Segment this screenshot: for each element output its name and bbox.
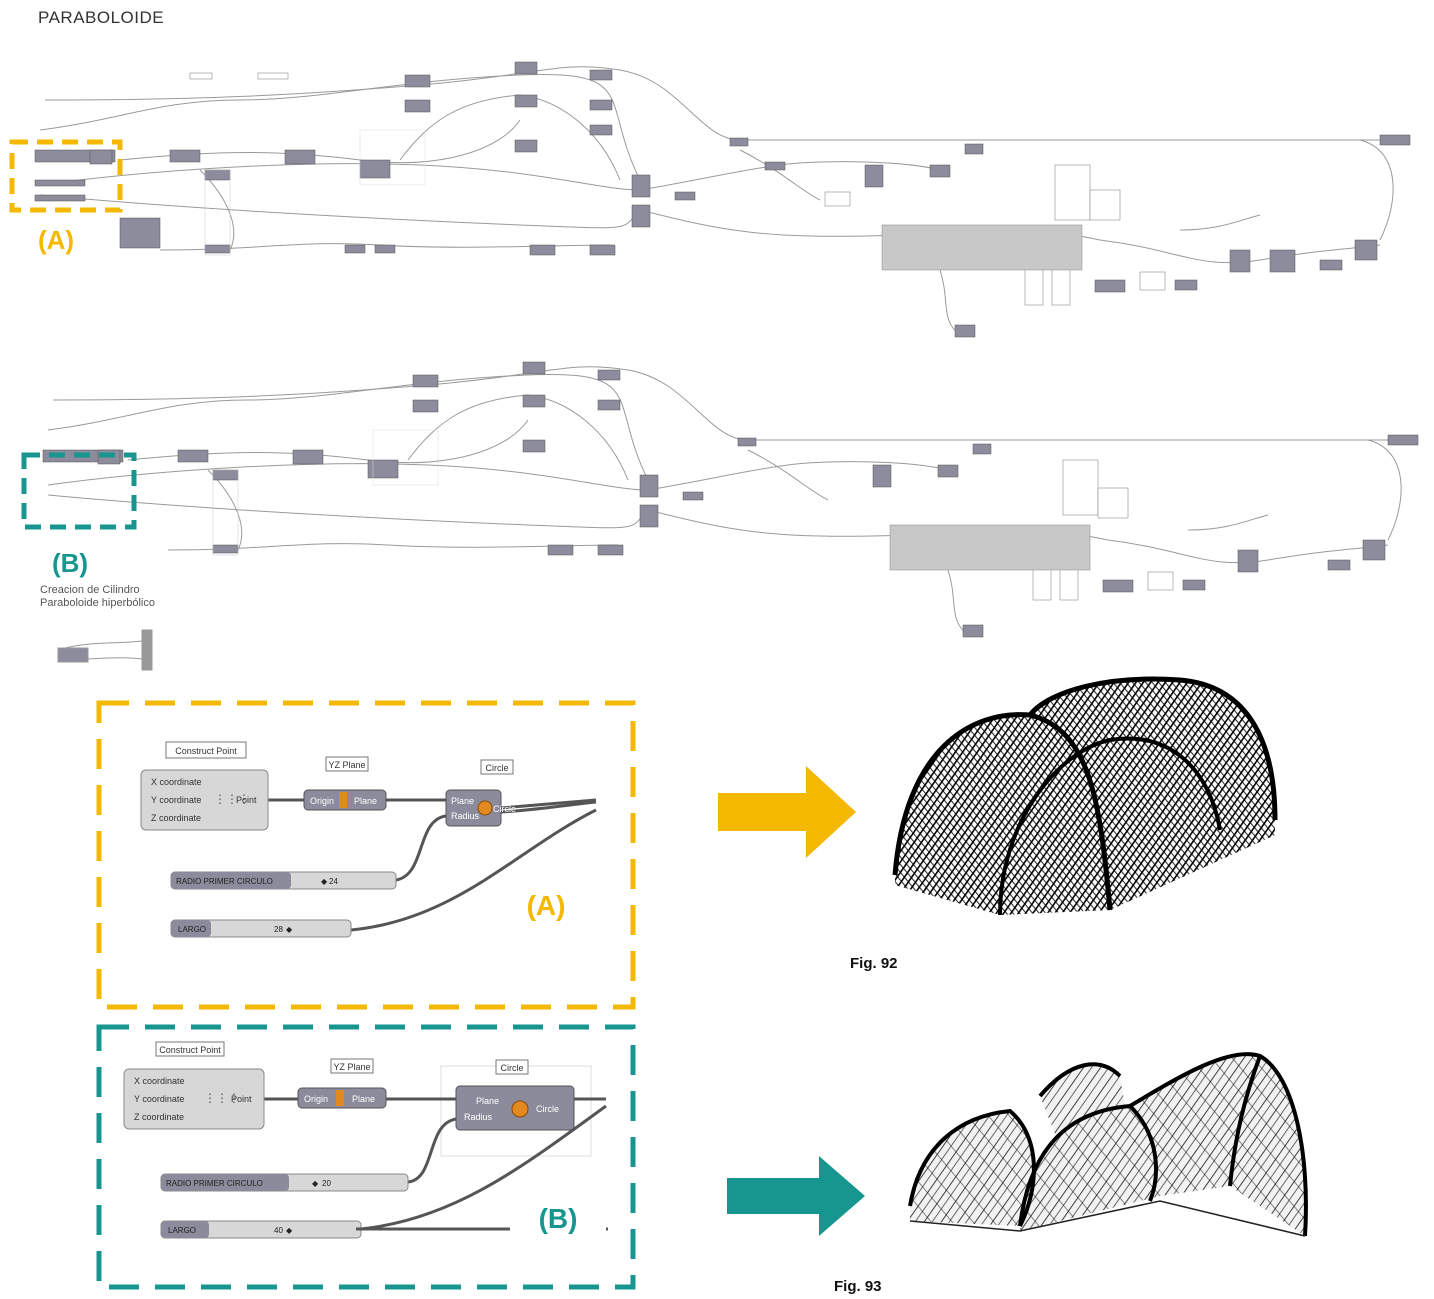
paraboloid-render-fig93 — [908, 1052, 1308, 1237]
point-output[interactable]: Point — [231, 1094, 252, 1104]
yz-plane-icon — [336, 1090, 344, 1106]
note-line-2: Paraboloide hiperbólico — [40, 597, 155, 609]
slider1-knob-icon: ◆ — [312, 1179, 319, 1188]
plane-output[interactable]: Plane — [354, 796, 377, 806]
slider2-value[interactable]: 28 — [274, 925, 283, 934]
circle-icon — [511, 1100, 529, 1118]
slider2-name: LARGO — [178, 925, 206, 934]
slider1-value[interactable]: 20 — [322, 1179, 331, 1188]
arrow-right-a-icon — [718, 766, 856, 858]
construct-point-title: Construct Point — [159, 1045, 221, 1055]
circle-title: Circle — [500, 1063, 523, 1073]
plane-output[interactable]: Plane — [352, 1094, 375, 1104]
construct-point-title: Construct Point — [175, 746, 237, 756]
figure-caption-92: Fig. 92 — [850, 955, 898, 972]
callout-label-b: (B) — [52, 548, 89, 578]
figure-caption-93: Fig. 93 — [834, 1278, 882, 1295]
circle-radius-input[interactable]: Radius — [451, 811, 480, 821]
detail-panel-b: Construct Point X coordinate Y coordinat… — [96, 1024, 636, 1292]
circle-output[interactable]: Circle — [536, 1104, 559, 1114]
inner-label-b: (B) — [510, 1186, 606, 1252]
circle-plane-input[interactable]: Plane — [451, 796, 474, 806]
paraboloid-render-fig92 — [892, 676, 1278, 916]
circle-icon — [477, 800, 493, 816]
definition-1 — [34, 61, 1411, 338]
slider1-value[interactable]: 24 — [329, 877, 338, 886]
yz-plane-title: YZ Plane — [333, 1062, 370, 1072]
yz-plane-icon — [339, 792, 347, 808]
point-output[interactable]: Point — [236, 795, 257, 805]
note-thumbnail — [57, 629, 153, 671]
z-coordinate-input[interactable]: Z coordinate — [134, 1112, 184, 1122]
grasshopper-overview-canvas — [9, 61, 1419, 671]
x-coordinate-input[interactable]: X coordinate — [134, 1076, 185, 1086]
origin-input[interactable]: Origin — [304, 1094, 328, 1104]
z-coordinate-input[interactable]: Z coordinate — [151, 813, 201, 823]
detail-a-canvas: Construct Point X coordinate Y coordinat… — [96, 700, 636, 1010]
callout-box-b — [21, 452, 137, 530]
definition-2 — [42, 361, 1419, 638]
y-coordinate-input[interactable]: Y coordinate — [134, 1094, 184, 1104]
slider2-knob-icon: ◆ — [286, 1226, 293, 1235]
slider1-name: RADIO PRIMER CIRCULO — [166, 1179, 263, 1188]
inner-label-a: (A) — [496, 880, 596, 932]
circle-output[interactable]: Circle — [493, 804, 516, 814]
x-coordinate-input[interactable]: X coordinate — [151, 777, 202, 787]
slider2-name: LARGO — [168, 1226, 196, 1235]
slider2-value[interactable]: 40 — [274, 1226, 283, 1235]
arrow-right-b-icon — [727, 1156, 865, 1236]
circle-title: Circle — [485, 763, 508, 773]
note-line-1: Creacion de Cilindro — [40, 584, 140, 596]
slider1-name: RADIO PRIMER CIRCULO — [176, 877, 273, 886]
circle-plane-input[interactable]: Plane — [476, 1096, 499, 1106]
yz-plane-title: YZ Plane — [328, 760, 365, 770]
overview-note: Creacion de Cilindro Paraboloide hiperbó… — [40, 584, 155, 610]
y-coordinate-input[interactable]: Y coordinate — [151, 795, 201, 805]
detail-panel-a: Construct Point X coordinate Y coordinat… — [96, 700, 636, 1010]
slider2-knob-icon: ◆ — [286, 925, 293, 934]
circle-radius-input[interactable]: Radius — [464, 1112, 493, 1122]
callout-label-a: (A) — [38, 225, 75, 255]
slider1-knob-icon: ◆ — [321, 877, 328, 886]
origin-input[interactable]: Origin — [310, 796, 334, 806]
